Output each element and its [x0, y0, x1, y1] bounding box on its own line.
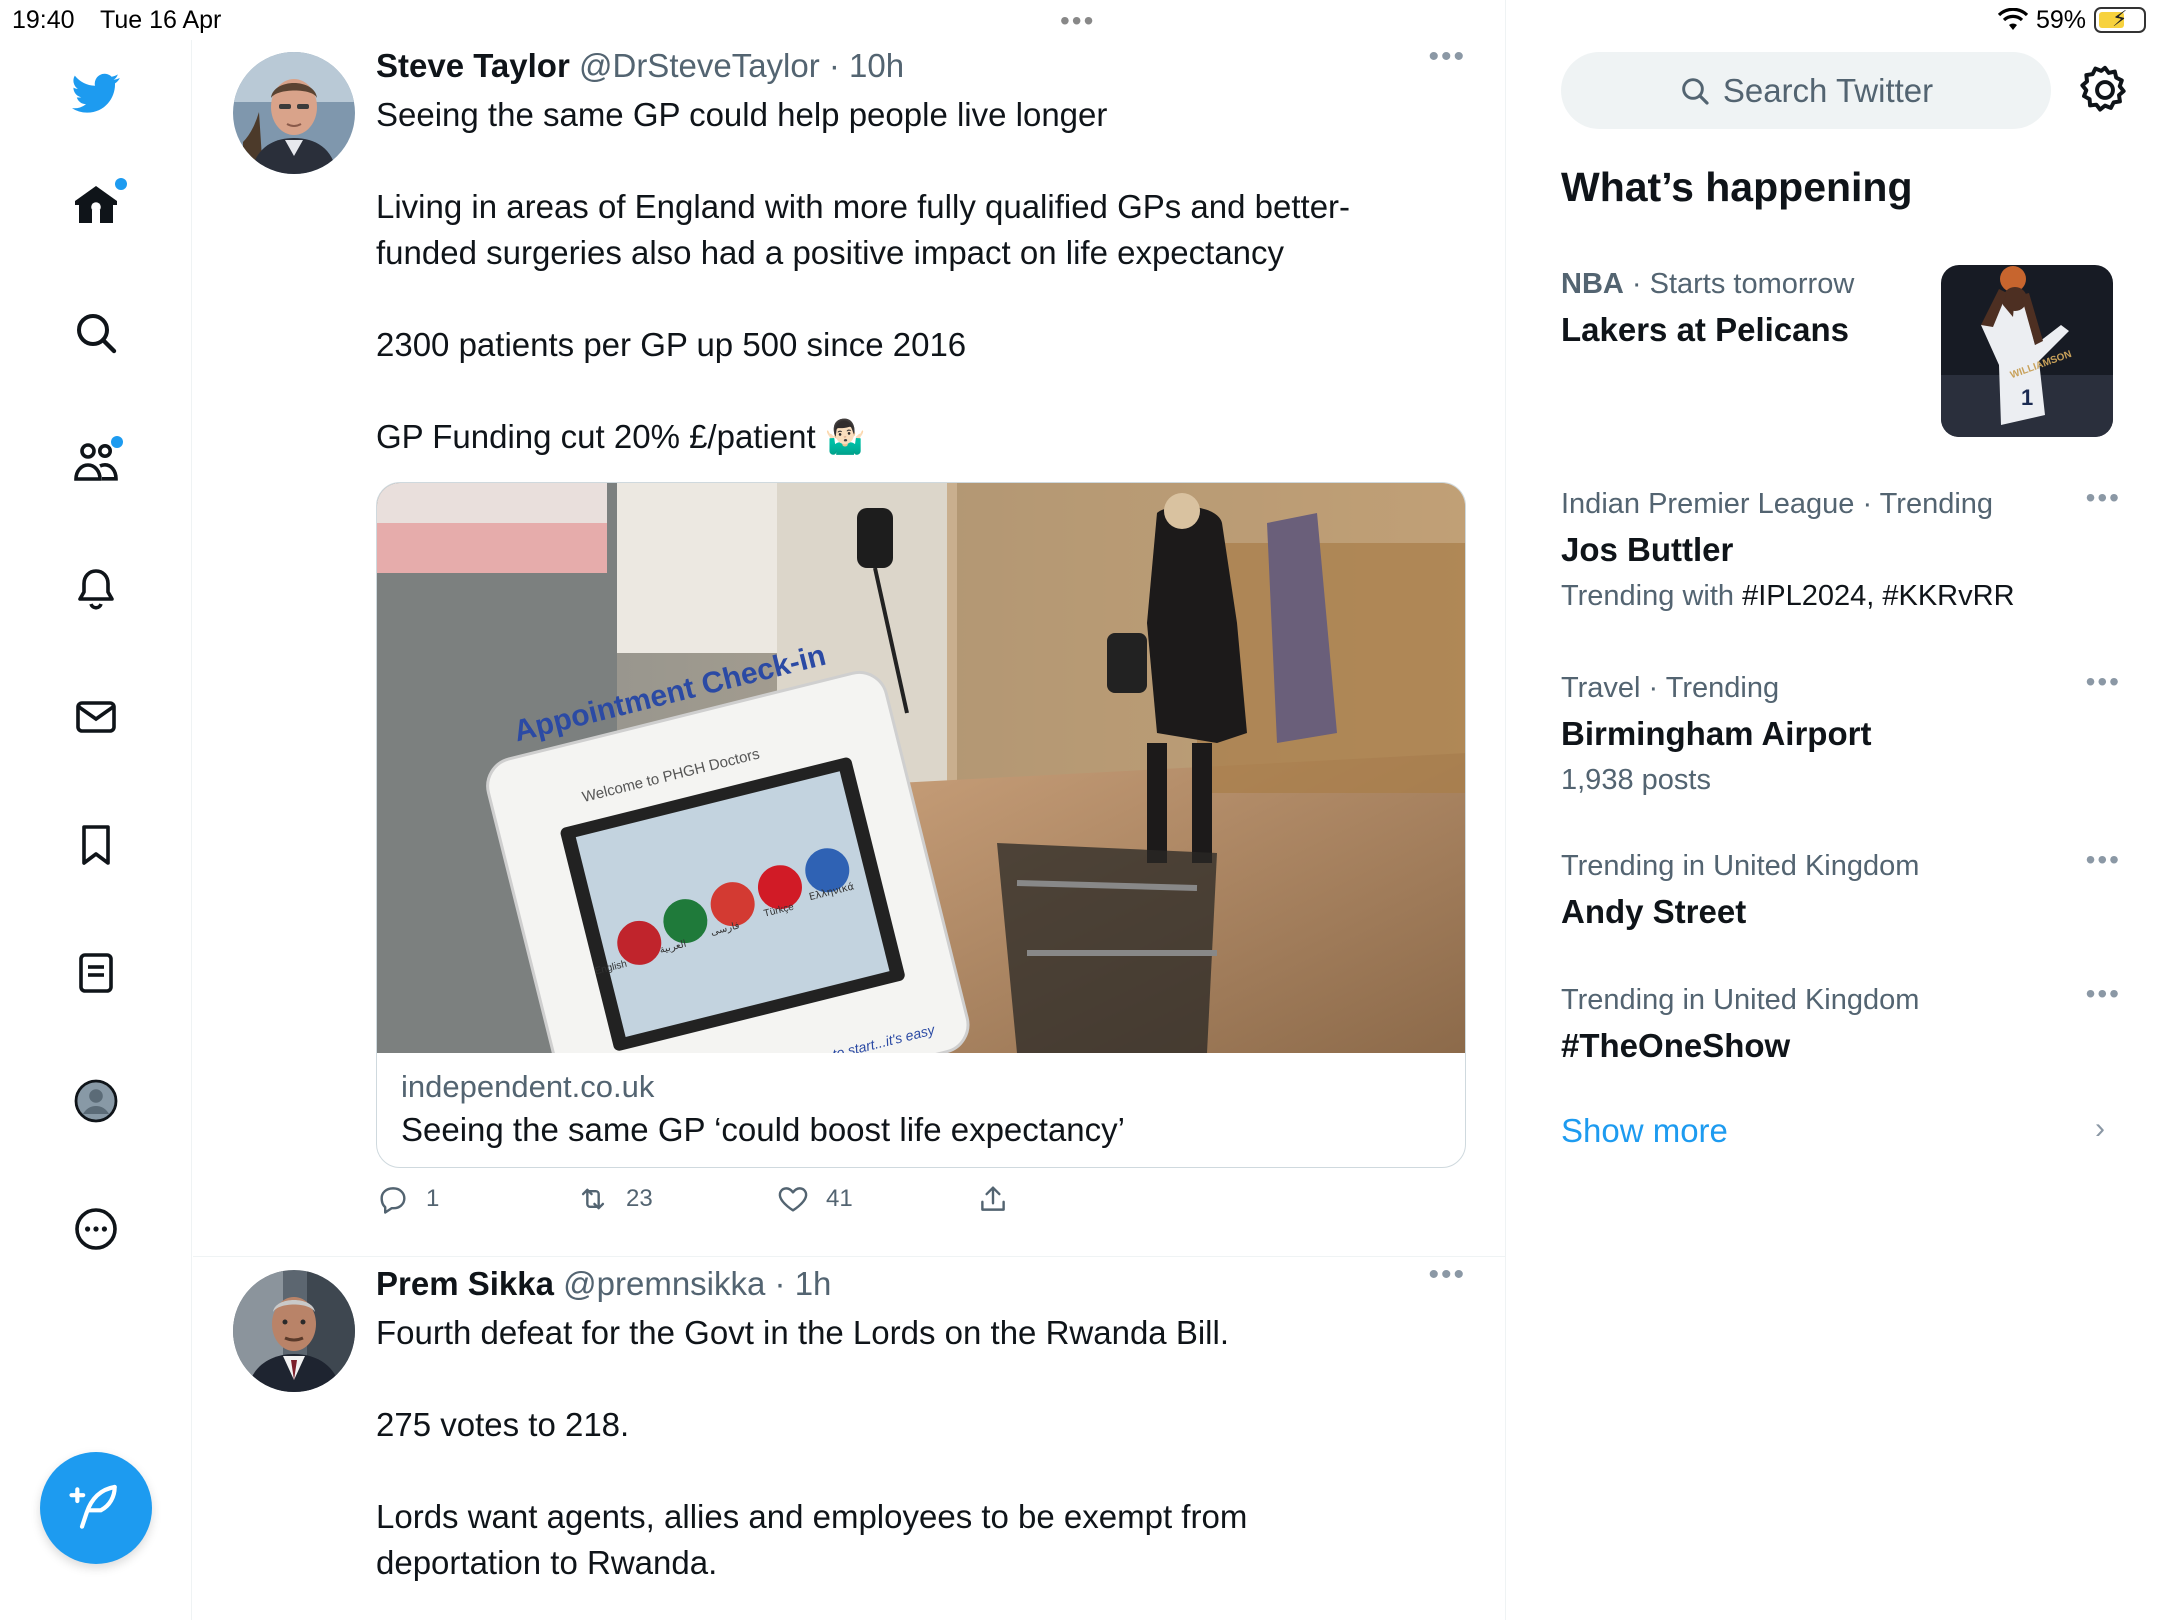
profile-avatar-icon[interactable]: [65, 1070, 127, 1132]
more-options-icon[interactable]: [65, 1198, 127, 1260]
tweet-handle-time[interactable]: @DrSteveTaylor · 10h: [579, 47, 904, 84]
tweet-text: Seeing the same GP could help people liv…: [376, 92, 1466, 460]
tweet-line: [376, 1448, 1466, 1494]
status-time: 19:40: [12, 6, 75, 34]
tweet-line: [376, 276, 1466, 322]
tweet-line: Lords want agents, allies and employees …: [376, 1498, 1248, 1535]
tweet-line: Fourth defeat for the Govt in the Lords …: [376, 1314, 1229, 1351]
trend-title: Lakers at Pelicans: [1561, 311, 1850, 348]
lists-icon[interactable]: [65, 942, 127, 1004]
tweet-line: [376, 368, 1466, 414]
link-card[interactable]: Appointment Check-in Welcome to PHGH Doc…: [376, 482, 1466, 1168]
timeline: Steve Taylor @DrSteveTaylor · 10h ••• Se…: [193, 0, 1506, 1620]
search-input[interactable]: Search Twitter: [1561, 52, 2051, 129]
notifications-bell-icon[interactable]: [65, 558, 127, 620]
tweet[interactable]: Steve Taylor @DrSteveTaylor · 10h ••• Se…: [193, 40, 1506, 1257]
reply-count: 1: [426, 1185, 440, 1212]
compose-tweet-button[interactable]: [40, 1452, 152, 1564]
trend-more-icon[interactable]: •••: [2086, 844, 2121, 876]
share-button[interactable]: [976, 1182, 1010, 1216]
retweet-icon: [581, 1188, 605, 1210]
retweet-button[interactable]: 23: [576, 1182, 653, 1216]
tweet-line: [376, 1356, 1466, 1402]
trend-meta: Travel · Trending: [1561, 672, 1780, 704]
communities-icon[interactable]: [65, 430, 127, 492]
left-nav: [0, 40, 192, 1620]
reply-button[interactable]: 1: [376, 1182, 439, 1216]
settings-gear-icon[interactable]: [2077, 62, 2133, 118]
tweet-line: [376, 138, 1466, 184]
search-placeholder: Search Twitter: [1722, 71, 1934, 109]
trend-item[interactable]: Trending in United Kingdom #TheOneShow •…: [1561, 978, 2121, 1070]
search-icon[interactable]: [65, 302, 127, 364]
tweet-header: Prem Sikka @premnsikka · 1h: [376, 1258, 1466, 1310]
tweet-line: Seeing the same GP could help people liv…: [376, 96, 1108, 133]
trend-category: NBA: [1561, 268, 1624, 300]
compose-feather-icon: [69, 1484, 117, 1529]
trend-title: #TheOneShow: [1561, 1027, 1791, 1064]
right-sidebar: Search Twitter What’s happening NBA · St…: [1507, 0, 2160, 1620]
trend-item[interactable]: Trending in United Kingdom Andy Street •…: [1561, 844, 2121, 936]
card-domain: independent.co.uk: [401, 1069, 655, 1104]
tweet-line: GP Funding cut 20% £/patient 🤷🏻‍♂️: [376, 418, 866, 455]
trend-meta: NBA · Starts tomorrow: [1561, 262, 1961, 306]
trend-title: Jos Buttler: [1561, 531, 1734, 568]
reply-icon: [380, 1187, 406, 1214]
trend-more-icon[interactable]: •••: [2086, 978, 2121, 1010]
like-count: 41: [826, 1185, 853, 1212]
chevron-right-icon: ›: [2095, 1112, 2105, 1145]
trend-hashtags[interactable]: #IPL2024, #KKRvRR: [1742, 580, 2014, 612]
messages-envelope-icon[interactable]: [65, 686, 127, 748]
tweet-line: 275 votes to 218.: [376, 1406, 630, 1443]
retweet-count: 23: [626, 1185, 653, 1212]
trend-post-count: 1,938 posts: [1561, 764, 1711, 796]
tweet-body: Prem Sikka @premnsikka · 1h ••• Fourth d…: [376, 1258, 1466, 1586]
whats-happening-title: What’s happening: [1561, 164, 1913, 210]
bookmarks-icon[interactable]: [65, 814, 127, 876]
tweet-actions: 1 23 41: [376, 1182, 1466, 1232]
trend-context: · Starts tomorrow: [1623, 268, 1855, 300]
tweet-handle-time[interactable]: @premnsikka · 1h: [563, 1265, 831, 1302]
tweet-body: Steve Taylor @DrSteveTaylor · 10h ••• Se…: [376, 40, 1466, 1214]
trend-item[interactable]: NBA · Starts tomorrow Lakers at Pelicans: [1561, 262, 1961, 354]
show-more-link[interactable]: Show more: [1561, 1112, 1728, 1150]
trend-title: Andy Street: [1561, 893, 1747, 930]
avatar[interactable]: [233, 1270, 355, 1392]
tweet-author-name[interactable]: Prem Sikka: [376, 1265, 554, 1302]
trend-thumbnail[interactable]: WILLIAMSON 1: [1941, 265, 2113, 437]
tweet-text: Fourth defeat for the Govt in the Lords …: [376, 1310, 1466, 1586]
avatar[interactable]: [233, 52, 355, 174]
search-icon: [1682, 77, 1709, 105]
tweet-author-name[interactable]: Steve Taylor: [376, 47, 570, 84]
home-icon[interactable]: [65, 174, 127, 236]
tweet-line: funded surgeries also had a positive imp…: [376, 234, 1285, 271]
tweet-line: deportation to Rwanda.: [376, 1544, 718, 1581]
heart-icon: [778, 1187, 808, 1212]
trend-sub: Trending with #IPL2024, #KKRvRR: [1561, 574, 2121, 618]
share-icon: [981, 1186, 1005, 1211]
trend-more-icon[interactable]: •••: [2086, 482, 2121, 514]
trend-more-icon[interactable]: •••: [2086, 666, 2121, 698]
trend-item[interactable]: Indian Premier League · Trending Jos But…: [1561, 482, 2121, 618]
trend-meta: Trending in United Kingdom: [1561, 984, 1920, 1016]
trend-title: Birmingham Airport: [1561, 715, 1872, 752]
svg-text:1: 1: [2021, 385, 2033, 410]
like-button[interactable]: 41: [776, 1182, 853, 1216]
twitter-logo-icon[interactable]: [65, 62, 127, 124]
tweet-line: 2300 patients per GP up 500 since 2016: [376, 326, 967, 363]
trend-meta: Indian Premier League · Trending: [1561, 488, 1994, 520]
tweet[interactable]: Prem Sikka @premnsikka · 1h ••• Fourth d…: [193, 1258, 1506, 1620]
trend-sub-prefix: Trending with: [1561, 580, 1743, 612]
tweet-line: Living in areas of England with more ful…: [376, 188, 1351, 225]
tweet-more-icon[interactable]: •••: [1428, 1258, 1466, 1292]
trend-meta: Trending in United Kingdom: [1561, 850, 1920, 882]
tweet-more-icon[interactable]: •••: [1428, 40, 1466, 74]
card-title: Seeing the same GP ‘could boost life exp…: [401, 1111, 1125, 1148]
card-image: Appointment Check-in Welcome to PHGH Doc…: [377, 483, 1465, 1053]
tweet-header: Steve Taylor @DrSteveTaylor · 10h: [376, 40, 1466, 92]
trend-item[interactable]: Travel · Trending Birmingham Airport 1,9…: [1561, 666, 2121, 802]
